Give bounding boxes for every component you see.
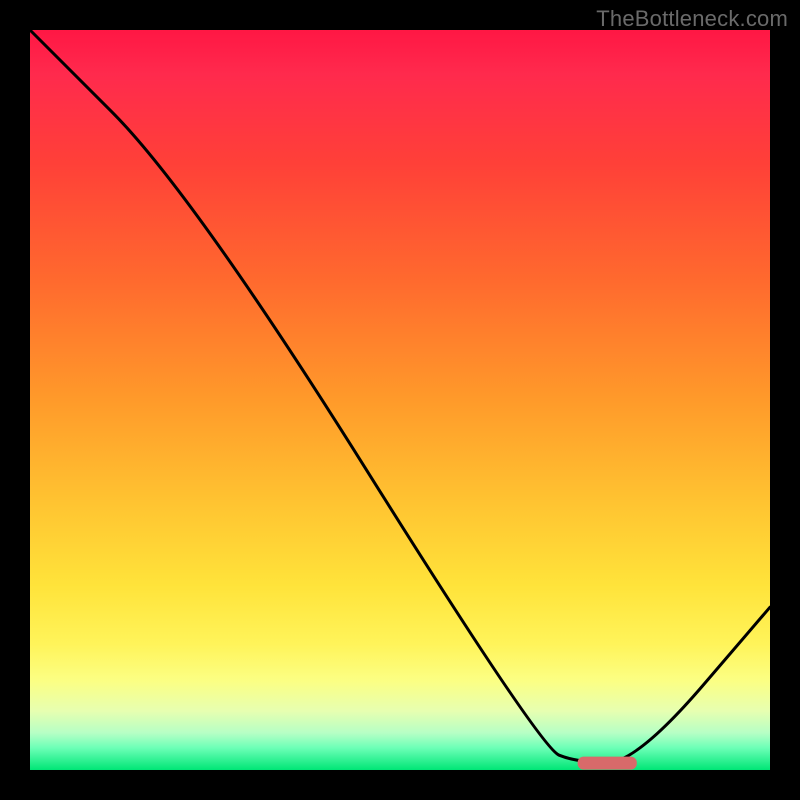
chart-overlay xyxy=(30,30,770,770)
curve-line xyxy=(30,30,770,763)
chart-frame: TheBottleneck.com xyxy=(0,0,800,800)
watermark-text: TheBottleneck.com xyxy=(596,6,788,32)
optimum-marker xyxy=(578,757,637,770)
